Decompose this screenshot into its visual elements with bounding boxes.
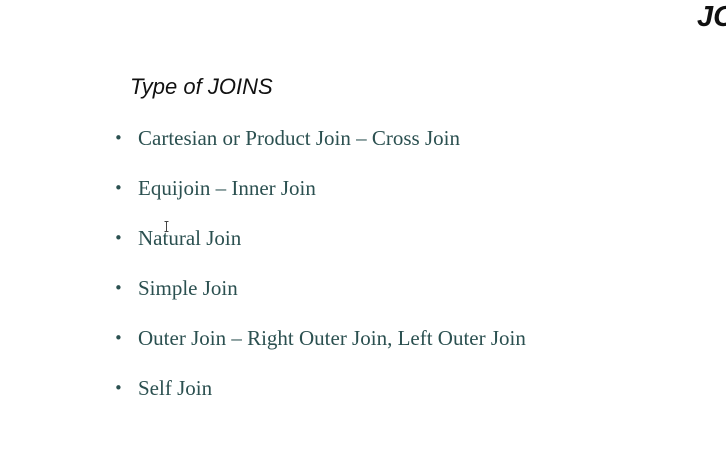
bullet-text: Outer Join – Right Outer Join, Left Oute… — [138, 325, 526, 350]
bullet-text: Cartesian or Product Join – Cross Join — [138, 125, 460, 150]
bullet-text: Self Join — [138, 375, 213, 400]
bullet-text: Equijoin – Inner Join — [138, 175, 316, 200]
text-cursor-icon — [164, 221, 169, 232]
bullet-text: Simple Join — [138, 275, 238, 300]
bullet-item: • Equijoin – Inner Join — [114, 173, 316, 203]
bullet-item: • Self Join — [114, 373, 212, 403]
bullet-icon: • — [114, 379, 123, 397]
bullet-item: • Cartesian or Product Join – Cross Join — [114, 123, 460, 153]
bullet-item: • Outer Join – Right Outer Join, Left Ou… — [114, 323, 526, 353]
slide-subtitle: Type of JOINS — [130, 74, 273, 99]
bullet-icon: • — [114, 129, 123, 147]
bullet-text: Natural Join — [138, 225, 242, 250]
slide: JC Type of JOINS • Cartesian or Product … — [0, 0, 726, 463]
bullet-icon: • — [114, 179, 123, 197]
bullet-icon: • — [114, 229, 123, 247]
bullet-item: • Simple Join — [114, 273, 238, 303]
bullet-icon: • — [114, 279, 123, 297]
corner-title: JC — [697, 1, 726, 33]
bullet-icon: • — [114, 329, 123, 347]
bullet-item: • Natural Join — [114, 223, 241, 253]
